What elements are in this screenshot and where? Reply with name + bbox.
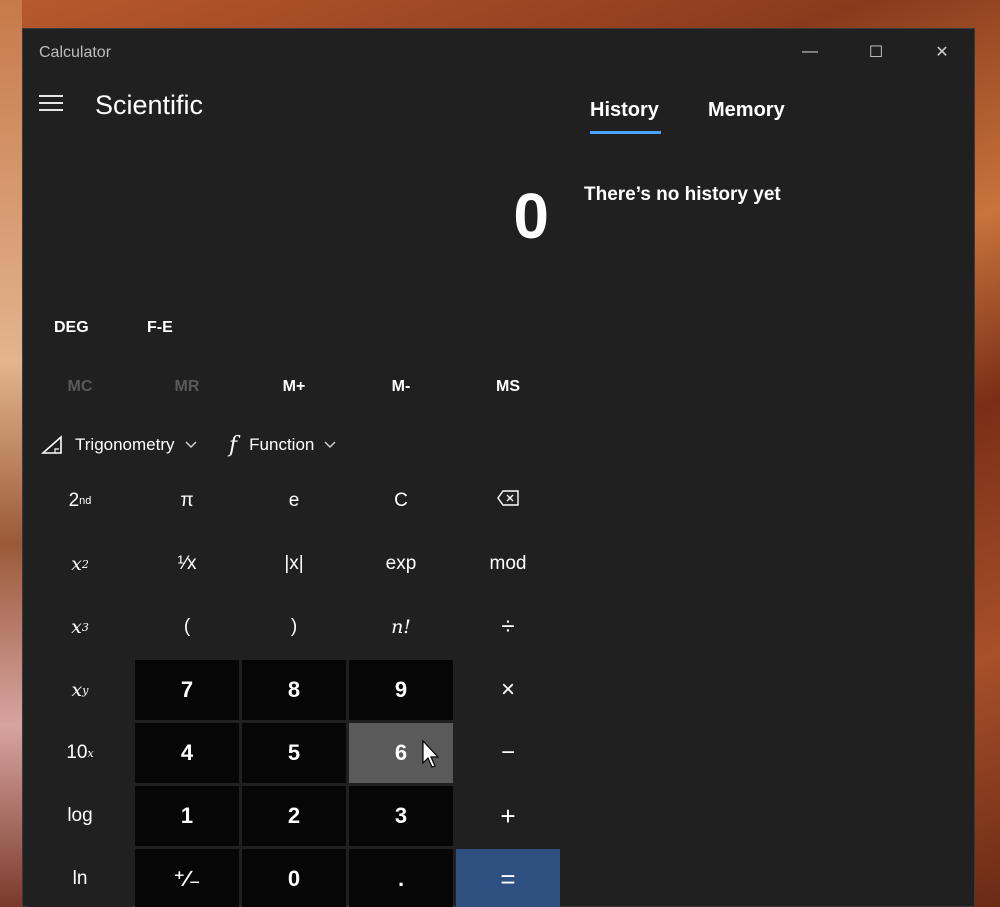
clear-button[interactable]: C	[349, 471, 453, 531]
close-button[interactable]: ✕	[909, 29, 975, 75]
mode-title: Scientific	[95, 90, 204, 120]
navigation-menu-button[interactable]	[39, 95, 63, 113]
selected-tab-indicator	[590, 131, 661, 134]
memory-add-button[interactable]: M+	[241, 367, 347, 407]
log-button[interactable]: log	[28, 786, 132, 846]
ln-button[interactable]: ln	[28, 849, 132, 907]
function-label: Function	[249, 435, 315, 454]
hamburger-icon	[39, 109, 63, 111]
square-button[interactable]: x2	[28, 534, 132, 594]
chevron-down-icon	[324, 441, 336, 449]
memory-subtract-button[interactable]: M-	[348, 367, 454, 407]
digit-7-button[interactable]: 7	[135, 660, 239, 720]
factorial-button[interactable]: n!	[349, 597, 453, 657]
mod-button[interactable]: mod	[456, 534, 560, 594]
digit-8-button[interactable]: 8	[242, 660, 346, 720]
angle-unit-button[interactable]: DEG	[54, 319, 89, 337]
minimize-button[interactable]: —	[777, 29, 843, 75]
divide-button[interactable]: ÷	[456, 597, 560, 657]
exp-button[interactable]: exp	[349, 534, 453, 594]
chevron-down-icon	[184, 441, 197, 449]
maximize-icon: ☐	[868, 44, 884, 61]
memory-row: MC MR M+ M- MS	[23, 367, 561, 407]
digit-5-button[interactable]: 5	[242, 723, 346, 783]
close-paren-button[interactable]: )	[242, 597, 346, 657]
decimal-button[interactable]: .	[349, 849, 453, 907]
open-paren-button[interactable]: (	[135, 597, 239, 657]
ten-power-button[interactable]: 10 x	[28, 723, 132, 783]
window-title: Calculator	[39, 44, 112, 61]
add-button[interactable]: +	[456, 786, 560, 846]
digit-9-button[interactable]: 9	[349, 660, 453, 720]
function-icon: f	[229, 432, 238, 458]
euler-e-button[interactable]: e	[242, 471, 346, 531]
memory-store-button[interactable]: MS	[455, 367, 561, 407]
title-bar[interactable]: Calculator — ☐ ✕	[23, 29, 974, 77]
digit-0-button[interactable]: 0	[242, 849, 346, 907]
minimize-icon: —	[802, 43, 818, 60]
calculator-window: Calculator — ☐ ✕ Scientific History Memo…	[22, 28, 975, 907]
tab-history[interactable]: History	[590, 99, 659, 122]
absolute-value-button[interactable]: |x|	[242, 534, 346, 594]
backspace-button[interactable]	[456, 471, 560, 531]
backspace-icon	[497, 490, 519, 512]
equals-button[interactable]: =	[456, 849, 560, 907]
power-button[interactable]: xy	[28, 660, 132, 720]
digit-2-button[interactable]: 2	[242, 786, 346, 846]
subtract-button[interactable]: −	[456, 723, 560, 783]
second-function-button[interactable]: 2nd	[28, 471, 132, 531]
result-display: 0	[513, 180, 549, 252]
reciprocal-button[interactable]: ¹⁄x	[135, 534, 239, 594]
desktop-wallpaper	[0, 0, 22, 907]
triangle-ruler-icon	[41, 435, 63, 455]
mouse-cursor-icon	[422, 739, 440, 768]
maximize-button[interactable]: ☐	[843, 29, 909, 75]
digit-1-button[interactable]: 1	[135, 786, 239, 846]
history-empty-message: There’s no history yet	[584, 184, 781, 205]
digit-3-button[interactable]: 3	[349, 786, 453, 846]
memory-recall-button[interactable]: MR	[134, 367, 240, 407]
trigonometry-dropdown[interactable]: Trigonometry	[41, 429, 197, 461]
hamburger-icon	[39, 102, 63, 104]
digit-4-button[interactable]: 4	[135, 723, 239, 783]
negate-button[interactable]: ⁺∕₋	[135, 849, 239, 907]
multiply-button[interactable]: ×	[456, 660, 560, 720]
trigonometry-label: Trigonometry	[75, 435, 175, 454]
pi-button[interactable]: π	[135, 471, 239, 531]
cube-button[interactable]: x3	[28, 597, 132, 657]
function-dropdown[interactable]: f Function	[229, 429, 336, 461]
fixed-exponent-button[interactable]: F-E	[147, 319, 173, 337]
close-icon: ✕	[935, 44, 949, 61]
memory-clear-button[interactable]: MC	[27, 367, 133, 407]
hamburger-icon	[39, 95, 63, 97]
tab-memory[interactable]: Memory	[708, 99, 785, 122]
